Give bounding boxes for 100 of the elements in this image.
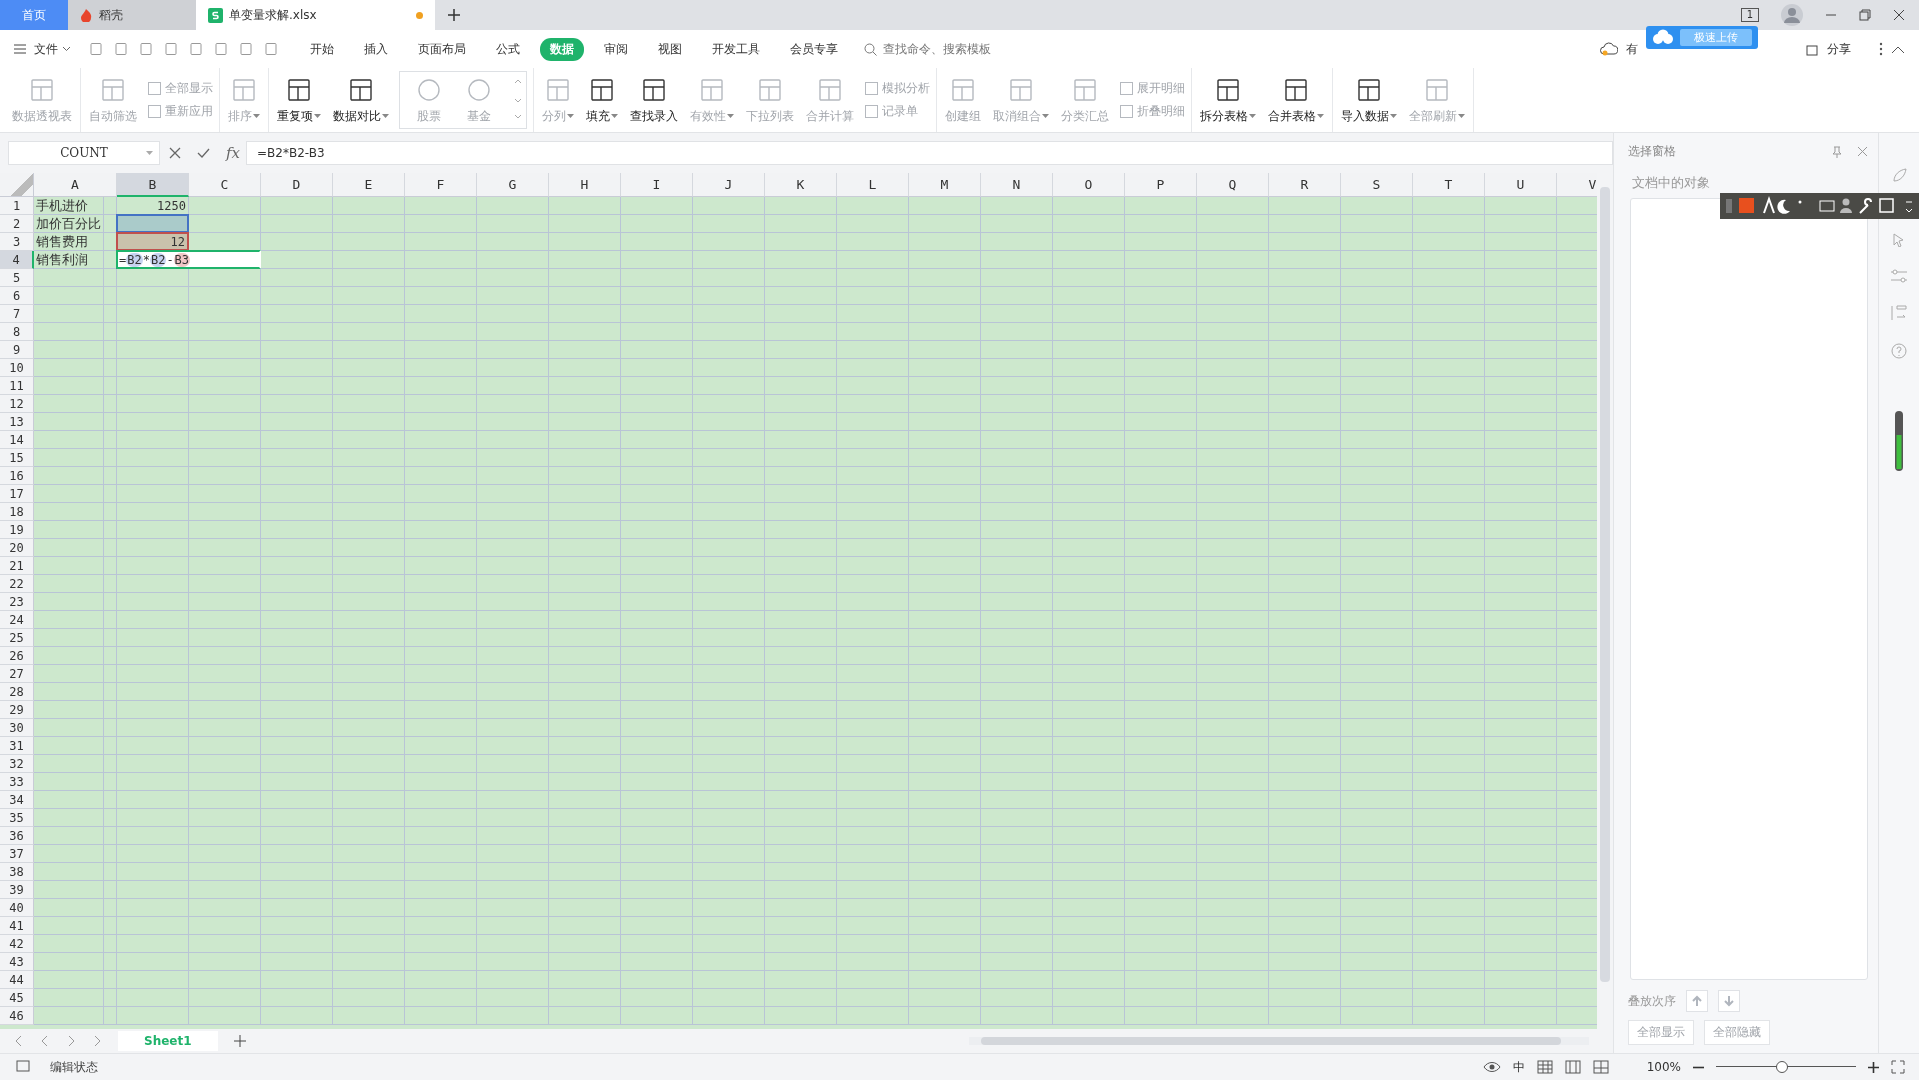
add-sheet-icon[interactable]	[233, 1035, 246, 1047]
eye-icon[interactable]	[1482, 1061, 1501, 1073]
row-header[interactable]: 18	[0, 503, 34, 521]
table-icon[interactable]	[1283, 76, 1309, 103]
ribbon-button[interactable]: 填充	[586, 108, 618, 124]
row-header[interactable]: 37	[0, 845, 34, 863]
row-header[interactable]: 39	[0, 881, 34, 899]
ribbon-button[interactable]: 数据对比	[333, 108, 389, 124]
document-tab[interactable]: 稻壳	[68, 0, 196, 30]
column-header[interactable]: Q	[1197, 173, 1269, 197]
ribbon-tab[interactable]: 会员专享	[780, 37, 848, 61]
row-header[interactable]: 38	[0, 863, 34, 881]
ribbon-tab[interactable]: 公式	[486, 37, 530, 61]
pin-icon[interactable]	[1831, 145, 1843, 158]
row-header[interactable]: 5	[0, 269, 34, 287]
command-search-field[interactable]: 查找命令、搜索模板	[864, 41, 1015, 57]
row-header[interactable]: 42	[0, 935, 34, 953]
row-header[interactable]: 8	[0, 323, 34, 341]
row-header[interactable]: 3	[0, 233, 34, 251]
ribbon-button[interactable]: 合并表格	[1268, 108, 1324, 124]
column-header[interactable]: U	[1485, 173, 1557, 197]
row-header[interactable]: 12	[0, 395, 34, 413]
column-header[interactable]: F	[405, 173, 477, 197]
row-header[interactable]: 46	[0, 1007, 34, 1025]
more-icon[interactable]	[1879, 42, 1883, 56]
row-header[interactable]: 40	[0, 899, 34, 917]
row-header[interactable]: 10	[0, 359, 34, 377]
column-header[interactable]: N	[981, 173, 1053, 197]
column-header[interactable]: A	[34, 173, 117, 197]
table-icon[interactable]	[348, 76, 374, 103]
square-icon[interactable]	[1119, 104, 1134, 119]
ribbon-button[interactable]: 拆分表格	[1200, 108, 1256, 124]
row-header[interactable]: 34	[0, 791, 34, 809]
row-header[interactable]: 25	[0, 629, 34, 647]
toolbar-icon[interactable]	[239, 42, 253, 56]
column-header[interactable]: J	[693, 173, 765, 197]
ribbon-tab[interactable]: 页面布局	[408, 37, 476, 61]
row-header[interactable]: 17	[0, 485, 34, 503]
row-header[interactable]: 19	[0, 521, 34, 539]
row-header[interactable]: 27	[0, 665, 34, 683]
row-header[interactable]: 6	[0, 287, 34, 305]
ribbon-tab[interactable]: 插入	[354, 37, 398, 61]
help-icon[interactable]	[1891, 343, 1907, 359]
cursor-icon[interactable]	[1892, 233, 1906, 247]
menu-icon[interactable]	[14, 44, 26, 54]
square-icon[interactable]	[864, 81, 879, 96]
column-header[interactable]: O	[1053, 173, 1125, 197]
close-icon[interactable]	[1893, 9, 1905, 21]
row-header[interactable]: 7	[0, 305, 34, 323]
cloud-icon[interactable]	[1600, 42, 1618, 56]
zoom-level[interactable]: 100%	[1646, 1060, 1681, 1074]
row-header[interactable]: 41	[0, 917, 34, 935]
row-header[interactable]: 44	[0, 971, 34, 989]
row-header[interactable]: 4	[0, 251, 34, 269]
ribbon-button[interactable]: 查找录入	[630, 108, 678, 124]
column-header[interactable]: R	[1269, 173, 1341, 197]
table-icon[interactable]	[641, 76, 667, 103]
collapse-icon[interactable]	[1891, 44, 1905, 54]
ribbon-tab[interactable]: 视图	[648, 37, 692, 61]
transform-icon[interactable]	[1891, 305, 1907, 321]
row-header[interactable]: 20	[0, 539, 34, 557]
fullscreen-icon[interactable]	[1891, 1060, 1905, 1074]
column-header[interactable]: D	[261, 173, 333, 197]
row-header[interactable]: 2	[0, 215, 34, 233]
row-header[interactable]: 9	[0, 341, 34, 359]
toolbar-icon[interactable]	[264, 42, 278, 56]
column-header[interactable]: H	[549, 173, 621, 197]
restore-icon[interactable]	[1859, 9, 1871, 21]
row-header[interactable]: 15	[0, 449, 34, 467]
column-header[interactable]: T	[1413, 173, 1485, 197]
file-menu[interactable]: 文件	[34, 40, 58, 58]
row-header[interactable]: 24	[0, 611, 34, 629]
row-header[interactable]: 35	[0, 809, 34, 827]
toolbar-icon[interactable]	[89, 42, 103, 56]
ribbon-tab[interactable]: 开发工具	[702, 37, 770, 61]
circle-icon[interactable]	[416, 76, 442, 103]
avatar-icon[interactable]	[1781, 4, 1803, 26]
column-header[interactable]: P	[1125, 173, 1197, 197]
row-header[interactable]: 11	[0, 377, 34, 395]
pane-title[interactable]: 选择窗格	[1628, 143, 1676, 160]
sheet-nav-icon[interactable]	[40, 1035, 50, 1047]
row-header[interactable]: 30	[0, 719, 34, 737]
input-method-indicator[interactable]: 中	[1512, 1058, 1525, 1076]
caret-icon[interactable]	[62, 46, 71, 52]
function-button[interactable]: fx	[226, 144, 240, 162]
sheet-nav-icon[interactable]	[92, 1035, 102, 1047]
cell-editor[interactable]: =B2*B2-B3	[116, 250, 261, 269]
caret-icon[interactable]	[314, 113, 321, 119]
document-tab[interactable]: 单变量求解.xlsx	[196, 0, 435, 30]
caret-icon[interactable]	[611, 113, 618, 119]
ribbon-tab[interactable]: 审阅	[594, 37, 638, 61]
column-header[interactable]: M	[909, 173, 981, 197]
column-header[interactable]: B	[117, 173, 189, 197]
ribbon-button[interactable]: 重复项	[277, 108, 321, 124]
column-header[interactable]: L	[837, 173, 909, 197]
column-header[interactable]: I	[621, 173, 693, 197]
column-header[interactable]: E	[333, 173, 405, 197]
column-header[interactable]: V	[1557, 173, 1597, 197]
caret-icon[interactable]	[1390, 113, 1397, 119]
row-header[interactable]: 1	[0, 197, 34, 215]
